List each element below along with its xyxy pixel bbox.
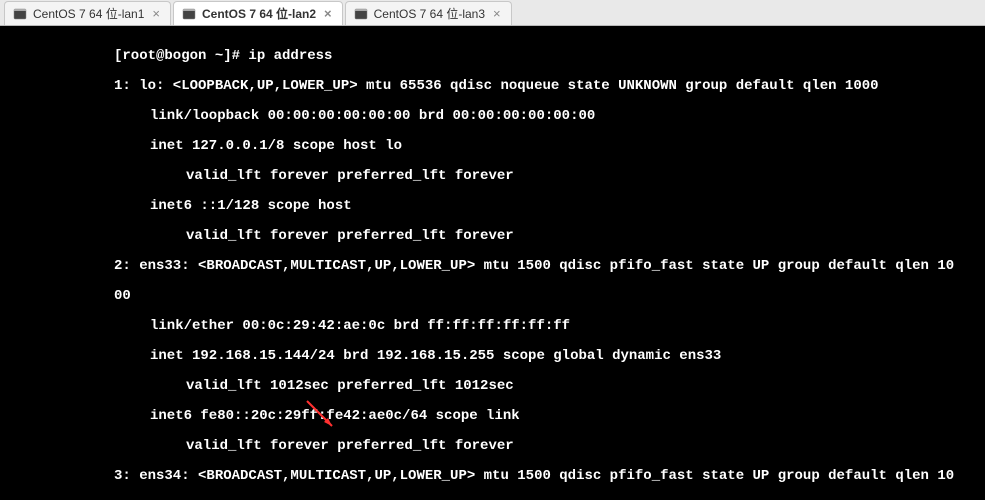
output-line: inet6 fe80::20c:29ff:fe42:ae0c/64 scope … <box>0 409 985 424</box>
output-line: 00 <box>0 289 985 304</box>
output-line: link/loopback 00:00:00:00:00:00 brd 00:0… <box>0 109 985 124</box>
output-line: 2: ens33: <BROADCAST,MULTICAST,UP,LOWER_… <box>0 259 985 274</box>
output-line: inet 127.0.0.1/8 scope host lo <box>0 139 985 154</box>
output-line: valid_lft forever preferred_lft forever <box>0 229 985 244</box>
output-line: 3: ens34: <BROADCAST,MULTICAST,UP,LOWER_… <box>0 469 985 484</box>
terminal-icon <box>354 7 368 21</box>
tab-lan2[interactable]: CentOS 7 64 位-lan2 × <box>173 1 343 25</box>
terminal-icon <box>182 7 196 21</box>
tab-lan3[interactable]: CentOS 7 64 位-lan3 × <box>345 1 512 25</box>
close-icon[interactable]: × <box>491 6 503 21</box>
close-icon[interactable]: × <box>150 6 162 21</box>
output-line: 1: lo: <LOOPBACK,UP,LOWER_UP> mtu 65536 … <box>0 79 985 94</box>
terminal-icon <box>13 7 27 21</box>
output-line: valid_lft forever preferred_lft forever <box>0 169 985 184</box>
prompt-line: [root@bogon ~]# ip address <box>0 49 985 64</box>
output-line: valid_lft forever preferred_lft forever <box>0 439 985 454</box>
tab-label: CentOS 7 64 位-lan3 <box>374 5 485 22</box>
output-line: inet6 ::1/128 scope host <box>0 199 985 214</box>
terminal-output[interactable]: [root@bogon ~]# ip address 1: lo: <LOOPB… <box>0 26 985 500</box>
tab-label: CentOS 7 64 位-lan1 <box>33 5 144 22</box>
output-line: link/ether 00:0c:29:42:ae:0c brd ff:ff:f… <box>0 319 985 334</box>
output-line: valid_lft 1012sec preferred_lft 1012sec <box>0 379 985 394</box>
tab-bar: CentOS 7 64 位-lan1 × CentOS 7 64 位-lan2 … <box>0 0 985 26</box>
close-icon[interactable]: × <box>322 6 334 21</box>
tab-lan1[interactable]: CentOS 7 64 位-lan1 × <box>4 1 171 25</box>
output-line: inet 192.168.15.144/24 brd 192.168.15.25… <box>0 349 985 364</box>
tab-label: CentOS 7 64 位-lan2 <box>202 5 316 22</box>
